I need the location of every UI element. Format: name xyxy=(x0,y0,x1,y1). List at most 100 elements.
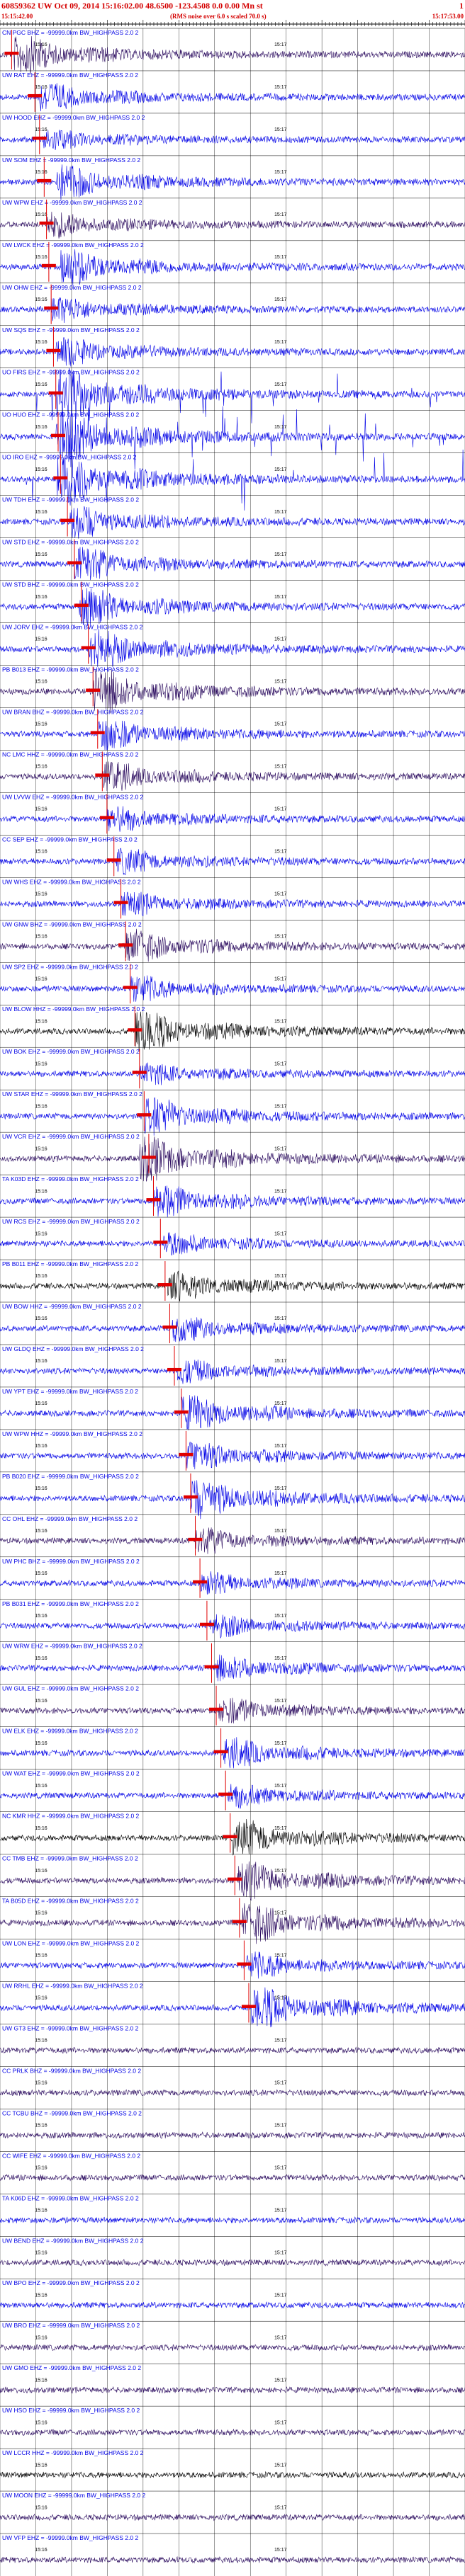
tick-label: 15:16 xyxy=(35,85,47,90)
waveform xyxy=(0,761,465,792)
waveform xyxy=(0,83,465,112)
station-label: CC WIFE EHZ = -99999.0km BW_HIGHPASS 2.0… xyxy=(2,2152,140,2159)
tick-label: 15:17 xyxy=(274,1656,287,1661)
station-label: CC PRLK BHZ = -99999.0km BW_HIGHPASS 2.0… xyxy=(2,2067,141,2074)
tick-label: 15:17 xyxy=(274,2208,287,2213)
waveform xyxy=(0,130,465,150)
station-label: UW VCR EHZ = -99999.0km BW_HIGHPASS 2.0 … xyxy=(2,1133,140,1140)
tick-label: 15:16 xyxy=(35,1231,47,1236)
waveform xyxy=(0,1571,465,1595)
tick-label: 15:16 xyxy=(35,934,47,939)
tick-label: 15:17 xyxy=(274,382,287,387)
station-label: PB B020 EHZ = -99999.0km BW_HIGHPASS 2.0… xyxy=(2,1473,139,1480)
tick-label: 15:17 xyxy=(274,2293,287,2298)
trace-row: CC OHL EHZ = -99999.0km BW_HIGHPASS 2.0 … xyxy=(0,1514,465,1556)
tick-label: 15:17 xyxy=(274,765,287,770)
waveform xyxy=(0,2259,465,2267)
tick-label: 15:17 xyxy=(274,1401,287,1406)
trace-row: PB B020 EHZ = -99999.0km BW_HIGHPASS 2.0… xyxy=(0,1471,465,1520)
trace-row: UW SP2 EHZ = -99999.0km BW_HIGHPASS 2.0 … xyxy=(0,962,465,1004)
trace-row: UW SOM EHZ = -99999.0km BW_HIGHPASS 2.0 … xyxy=(0,155,465,200)
tick-label: 15:16 xyxy=(35,1104,47,1109)
tick-label: 15:16 xyxy=(35,1019,47,1024)
tick-label: 15:17 xyxy=(274,2081,287,2086)
waveform xyxy=(0,2428,465,2437)
tick-label: 15:16 xyxy=(35,1614,47,1619)
tick-label: 15:17 xyxy=(274,425,287,430)
waveform xyxy=(0,1784,465,1809)
trace-row: UW BEND EHZ = -99999.0km BW_HIGHPASS 2.0… xyxy=(0,2236,465,2267)
tick-label: 15:17 xyxy=(274,1231,287,1236)
tick-label: 15:16 xyxy=(35,2378,47,2383)
seismogram-plot: CN PGC BHZ = -99999.0km BW_HIGHPASS 2.0 … xyxy=(0,20,465,2576)
trace-row: UW GUL EHZ = -99999.0km BW_HIGHPASS 2.0 … xyxy=(0,1684,465,1726)
waveform xyxy=(0,975,465,1002)
station-label: UW HOOD EHZ = -99999.0km BW_HIGHPASS 2.0… xyxy=(2,114,145,121)
tick-label: 15:17 xyxy=(274,680,287,685)
tick-label: 15:17 xyxy=(274,595,287,600)
trace-row: CC WIFE EHZ = -99999.0km BW_HIGHPASS 2.0… xyxy=(0,2151,465,2182)
waveform xyxy=(0,212,465,239)
tick-label: 15:17 xyxy=(274,1826,287,1831)
waveform xyxy=(0,1480,465,1520)
waveform xyxy=(0,1270,465,1301)
waveform xyxy=(0,1395,465,1431)
waveform xyxy=(0,1861,465,1901)
tick-label: 15:16 xyxy=(35,2505,47,2510)
station-label: UW VFP EHZ = -99999.0km BW_HIGHPASS 2.0 … xyxy=(2,2534,138,2541)
station-label: UW GLDQ EHZ = -99999.0km BW_HIGHPASS 2.0… xyxy=(2,1345,144,1352)
waveform xyxy=(0,1136,465,1182)
tick-label: 15:16 xyxy=(35,170,47,175)
station-label: UW BPO EHZ = -99999.0km BW_HIGHPASS 2.0 … xyxy=(2,2279,140,2286)
station-label: TA K06D EHZ = -99999.0km BW_HIGHPASS 2.0… xyxy=(2,2194,139,2201)
station-label: UW RCS EHZ = -99999.0km BW_HIGHPASS 2.0 … xyxy=(2,1218,140,1225)
tick-label: 15:16 xyxy=(35,1826,47,1831)
trace-row: UW TDH EHZ = -99999.0km BW_HIGHPASS 2.0 … xyxy=(0,495,465,539)
tick-label: 15:17 xyxy=(274,2166,287,2171)
station-label: UW BEND EHZ = -99999.0km BW_HIGHPASS 2.0… xyxy=(2,2237,144,2244)
tick-label: 15:16 xyxy=(35,1486,47,1491)
station-label: UW SOM EHZ = -99999.0km BW_HIGHPASS 2.0 … xyxy=(2,156,140,164)
trace-row: UW YPT EHZ = -99999.0km BW_HIGHPASS 2.0 … xyxy=(0,1386,465,1431)
tick-label: 15:17 xyxy=(274,510,287,515)
trace-row: NC KMR HHZ = -99999.0km BW_HIGHPASS 2.0 … xyxy=(0,1811,465,1856)
tick-label: 15:17 xyxy=(274,1486,287,1491)
tick-label: 15:17 xyxy=(274,1316,287,1321)
waveform xyxy=(0,2386,465,2394)
tick-label: 15:16 xyxy=(35,340,47,345)
waveform xyxy=(0,2131,465,2139)
waveform xyxy=(0,1903,465,1944)
waveform xyxy=(0,506,465,539)
station-label: UW STAR EHZ = -99999.0km BW_HIGHPASS 2.0… xyxy=(2,1090,142,1098)
tick-label: 15:17 xyxy=(274,1614,287,1619)
station-label: UW BOW HHZ = -99999.0km BW_HIGHPASS 2.0 … xyxy=(2,1303,142,1310)
tick-label: 15:17 xyxy=(274,1911,287,1916)
tick-label: 15:17 xyxy=(274,255,287,260)
tick-label: 15:17 xyxy=(274,170,287,175)
tick-label: 15:17 xyxy=(274,2124,287,2128)
trace-row: UW BLOW HHZ = -99999.0km BW_HIGHPASS 2.0… xyxy=(0,1004,465,1052)
tick-label: 15:16 xyxy=(35,722,47,727)
tick-label: 15:16 xyxy=(35,552,47,557)
trace-row: TA K03D EHZ = -99999.0km BW_HIGHPASS 2.0… xyxy=(0,1174,465,1218)
trace-row: UW WAT EHZ = -99999.0km BW_HIGHPASS 2.0 … xyxy=(0,1769,465,1811)
tick-label: 15:16 xyxy=(35,2081,47,2086)
waveform xyxy=(0,249,465,286)
tick-label: 15:16 xyxy=(35,1869,47,1874)
station-label: UW LVVW EHZ = -99999.0km BW_HIGHPASS 2.0… xyxy=(2,793,144,800)
trace-row: UW VFP EHZ = -99999.0km BW_HIGHPASS 2.0 … xyxy=(0,2533,465,2564)
waveform xyxy=(0,1062,465,1085)
tick-label: 15:16 xyxy=(35,2208,47,2213)
tick-label: 15:17 xyxy=(274,1146,287,1151)
waveform xyxy=(0,1011,465,1052)
tick-label: 15:16 xyxy=(35,2463,47,2468)
tick-label: 15:16 xyxy=(35,2039,47,2044)
station-label: UW BOK EHZ = -99999.0km BW_HIGHPASS 2.0 … xyxy=(2,1048,140,1055)
tick-label: 15:16 xyxy=(35,510,47,515)
tick-label: 15:17 xyxy=(274,212,287,217)
tick-label: 15:16 xyxy=(35,1401,47,1406)
station-label: UW RAT EHZ = -99999.0km BW_HIGHPASS 2.0 … xyxy=(2,72,138,79)
tick-label: 15:17 xyxy=(274,42,287,47)
waveform xyxy=(0,891,465,917)
waveform xyxy=(0,2301,465,2309)
